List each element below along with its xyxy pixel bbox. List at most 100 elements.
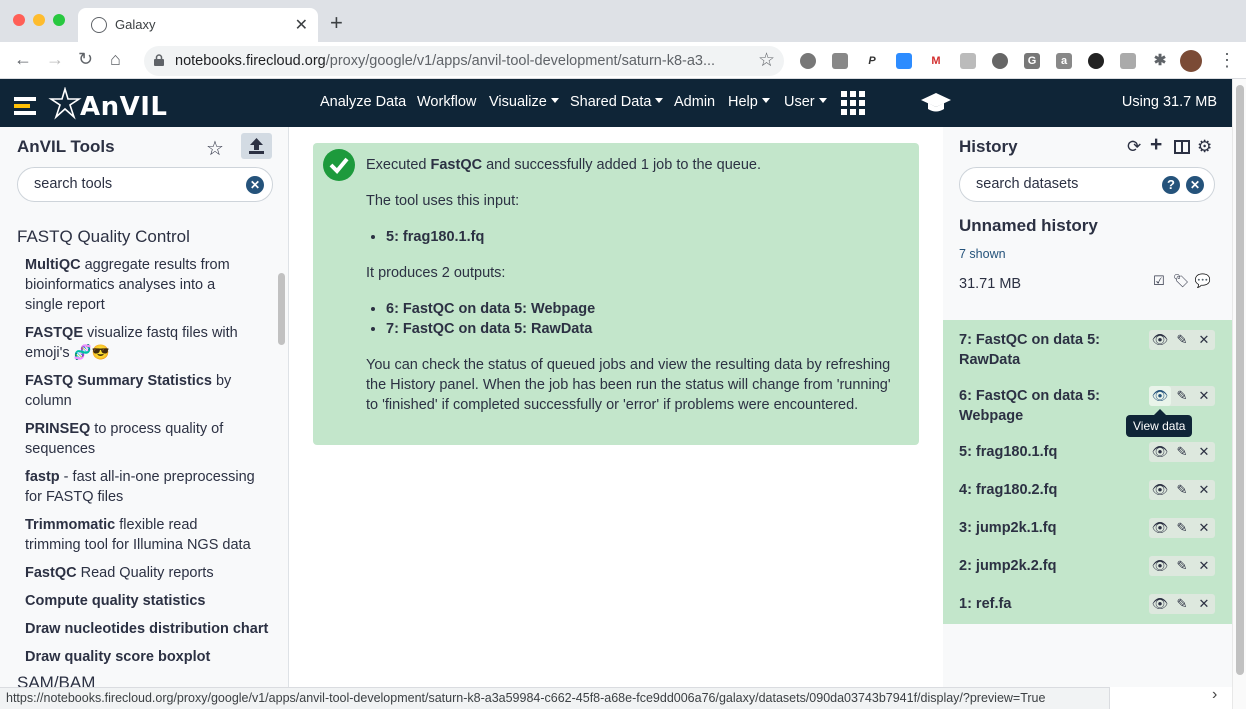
plus-icon[interactable]: +: [1150, 133, 1162, 157]
dropbox-extension-icon[interactable]: [1120, 53, 1136, 69]
history-search-input[interactable]: [976, 176, 1156, 192]
close-window-button[interactable]: [13, 14, 25, 26]
select-items-icon[interactable]: ☑: [1150, 272, 1168, 290]
extension-icon[interactable]: [960, 53, 976, 69]
history-item-7[interactable]: 7: FastQC on data 5: RawData: [959, 330, 1139, 370]
columns-icon[interactable]: [1174, 139, 1190, 159]
browser-tab[interactable]: Galaxy ✕: [78, 8, 318, 42]
extension-icon[interactable]: [800, 53, 816, 69]
gear-icon[interactable]: ⚙: [1197, 137, 1212, 157]
a-extension-icon[interactable]: a: [1056, 53, 1072, 69]
history-search-field[interactable]: ? ✕: [959, 167, 1215, 202]
delete-icon[interactable]: ✕: [1193, 518, 1215, 538]
delete-icon[interactable]: ✕: [1193, 556, 1215, 576]
history-item-5[interactable]: 5: frag180.1.fq: [959, 442, 1139, 462]
help-icon[interactable]: ?: [1162, 176, 1180, 194]
pencil-icon[interactable]: ✎: [1171, 594, 1193, 614]
annotation-icon[interactable]: 💬: [1194, 272, 1212, 290]
history-item-6[interactable]: 6: FastQC on data 5: Webpage: [959, 386, 1139, 426]
delete-icon[interactable]: ✕: [1193, 594, 1215, 614]
forward-icon[interactable]: →: [46, 48, 64, 70]
tags-icon[interactable]: 🏷: [1172, 272, 1190, 290]
tool-link-nucleotides-chart[interactable]: Draw nucleotides distribution chart: [25, 619, 275, 639]
eye-icon[interactable]: 👁: [1149, 480, 1171, 500]
star-icon[interactable]: ☆: [206, 136, 224, 161]
zoom-extension-icon[interactable]: [896, 53, 912, 69]
tool-link-fastq-summary[interactable]: FASTQ Summary Statistics by column: [25, 371, 255, 411]
tool-link-compute-quality[interactable]: Compute quality statistics: [25, 591, 275, 611]
quota-meter[interactable]: Using 31.7 MB: [1122, 94, 1217, 110]
graduation-cap-icon[interactable]: [920, 91, 952, 113]
tool-panel-scrollbar[interactable]: [278, 273, 285, 345]
pencil-icon[interactable]: ✎: [1171, 480, 1193, 500]
new-tab-button[interactable]: +: [330, 10, 343, 36]
menu-admin[interactable]: Admin: [674, 94, 715, 110]
eye-icon[interactable]: 👁: [1149, 386, 1171, 406]
maximize-window-button[interactable]: [53, 14, 65, 26]
tool-link-quality-boxplot[interactable]: Draw quality score boxplot: [25, 647, 275, 667]
job-summary: Executed FastQC and successfully added 1…: [366, 157, 761, 173]
tool-section-title[interactable]: SAM/BAM: [17, 673, 95, 687]
pencil-icon[interactable]: ✎: [1171, 442, 1193, 462]
delete-icon[interactable]: ✕: [1193, 480, 1215, 500]
chevron-right-icon[interactable]: ›: [1212, 686, 1217, 704]
pencil-icon[interactable]: ✎: [1171, 518, 1193, 538]
drive-extension-icon[interactable]: [832, 53, 848, 69]
tool-link-fastp[interactable]: fastp - fast all-in-one preprocessing fo…: [25, 467, 255, 507]
pencil-icon[interactable]: ✎: [1171, 556, 1193, 576]
history-item-2[interactable]: 2: jump2k.2.fq: [959, 556, 1139, 576]
delete-icon[interactable]: ✕: [1193, 442, 1215, 462]
bookmark-star-icon[interactable]: ☆: [758, 49, 775, 72]
home-icon[interactable]: ⌂: [110, 48, 121, 70]
tool-search-input[interactable]: [34, 176, 214, 192]
close-tab-icon[interactable]: ✕: [295, 15, 308, 35]
back-icon[interactable]: ←: [14, 48, 32, 70]
extension-icon[interactable]: [992, 53, 1008, 69]
menu-user[interactable]: User: [784, 94, 827, 110]
minimize-window-button[interactable]: [33, 14, 45, 26]
tool-link-trimmomatic[interactable]: Trimmomatic flexible read trimming tool …: [25, 515, 255, 555]
paypal-extension-icon[interactable]: P: [864, 53, 880, 69]
clear-search-icon[interactable]: ✕: [246, 176, 264, 194]
menu-analyze-data[interactable]: Analyze Data: [320, 94, 406, 110]
pencil-icon[interactable]: ✎: [1171, 386, 1193, 406]
clear-search-icon[interactable]: ✕: [1186, 176, 1204, 194]
eye-icon[interactable]: 👁: [1149, 442, 1171, 462]
history-item-4[interactable]: 4: frag180.2.fq: [959, 480, 1139, 500]
menu-workflow[interactable]: Workflow: [417, 94, 476, 110]
eye-icon[interactable]: 👁: [1149, 518, 1171, 538]
lock-icon: [154, 54, 164, 66]
delete-icon[interactable]: ✕: [1193, 330, 1215, 350]
tool-link-fastqc[interactable]: FastQC Read Quality reports: [25, 563, 255, 583]
shown-count-link[interactable]: 7 shown: [959, 247, 1006, 261]
g-extension-icon[interactable]: G: [1024, 53, 1040, 69]
mail-extension-icon[interactable]: M: [928, 53, 944, 69]
reload-icon[interactable]: ↻: [78, 48, 93, 70]
tool-link-multiqc[interactable]: MultiQC aggregate results from bioinform…: [25, 255, 255, 315]
puzzle-extensions-icon[interactable]: ✱: [1152, 53, 1168, 69]
history-item-1[interactable]: 1: ref.fa: [959, 594, 1139, 614]
anvil-logo[interactable]: AnVIL: [14, 87, 167, 122]
tool-section-title[interactable]: FASTQ Quality Control: [17, 227, 190, 247]
eye-icon[interactable]: 👁: [1149, 594, 1171, 614]
delete-icon[interactable]: ✕: [1193, 386, 1215, 406]
eye-icon[interactable]: 👁: [1149, 330, 1171, 350]
eye-icon[interactable]: 👁: [1149, 556, 1171, 576]
refresh-icon[interactable]: ⟳: [1127, 137, 1141, 157]
github-extension-icon[interactable]: [1088, 53, 1104, 69]
history-name[interactable]: Unnamed history: [959, 216, 1098, 236]
browser-menu-icon[interactable]: ⋮: [1218, 50, 1236, 71]
menu-shared-data[interactable]: Shared Data: [570, 94, 664, 110]
history-item-3[interactable]: 3: jump2k.1.fq: [959, 518, 1139, 538]
upload-button[interactable]: [241, 133, 272, 159]
menu-help[interactable]: Help: [728, 94, 770, 110]
page-scrollbar[interactable]: [1232, 79, 1246, 709]
tool-link-fastqe[interactable]: FASTQE visualize fastq files with emoji'…: [25, 323, 255, 363]
tool-search-field[interactable]: ✕: [17, 167, 273, 202]
menu-visualize[interactable]: Visualize: [489, 94, 559, 110]
profile-avatar[interactable]: [1180, 50, 1202, 72]
address-bar[interactable]: notebooks.firecloud.org/proxy/google/v1/…: [144, 46, 784, 76]
tool-link-prinseq[interactable]: PRINSEQ to process quality of sequences: [25, 419, 255, 459]
pencil-icon[interactable]: ✎: [1171, 330, 1193, 350]
apps-grid-icon[interactable]: [841, 91, 865, 115]
